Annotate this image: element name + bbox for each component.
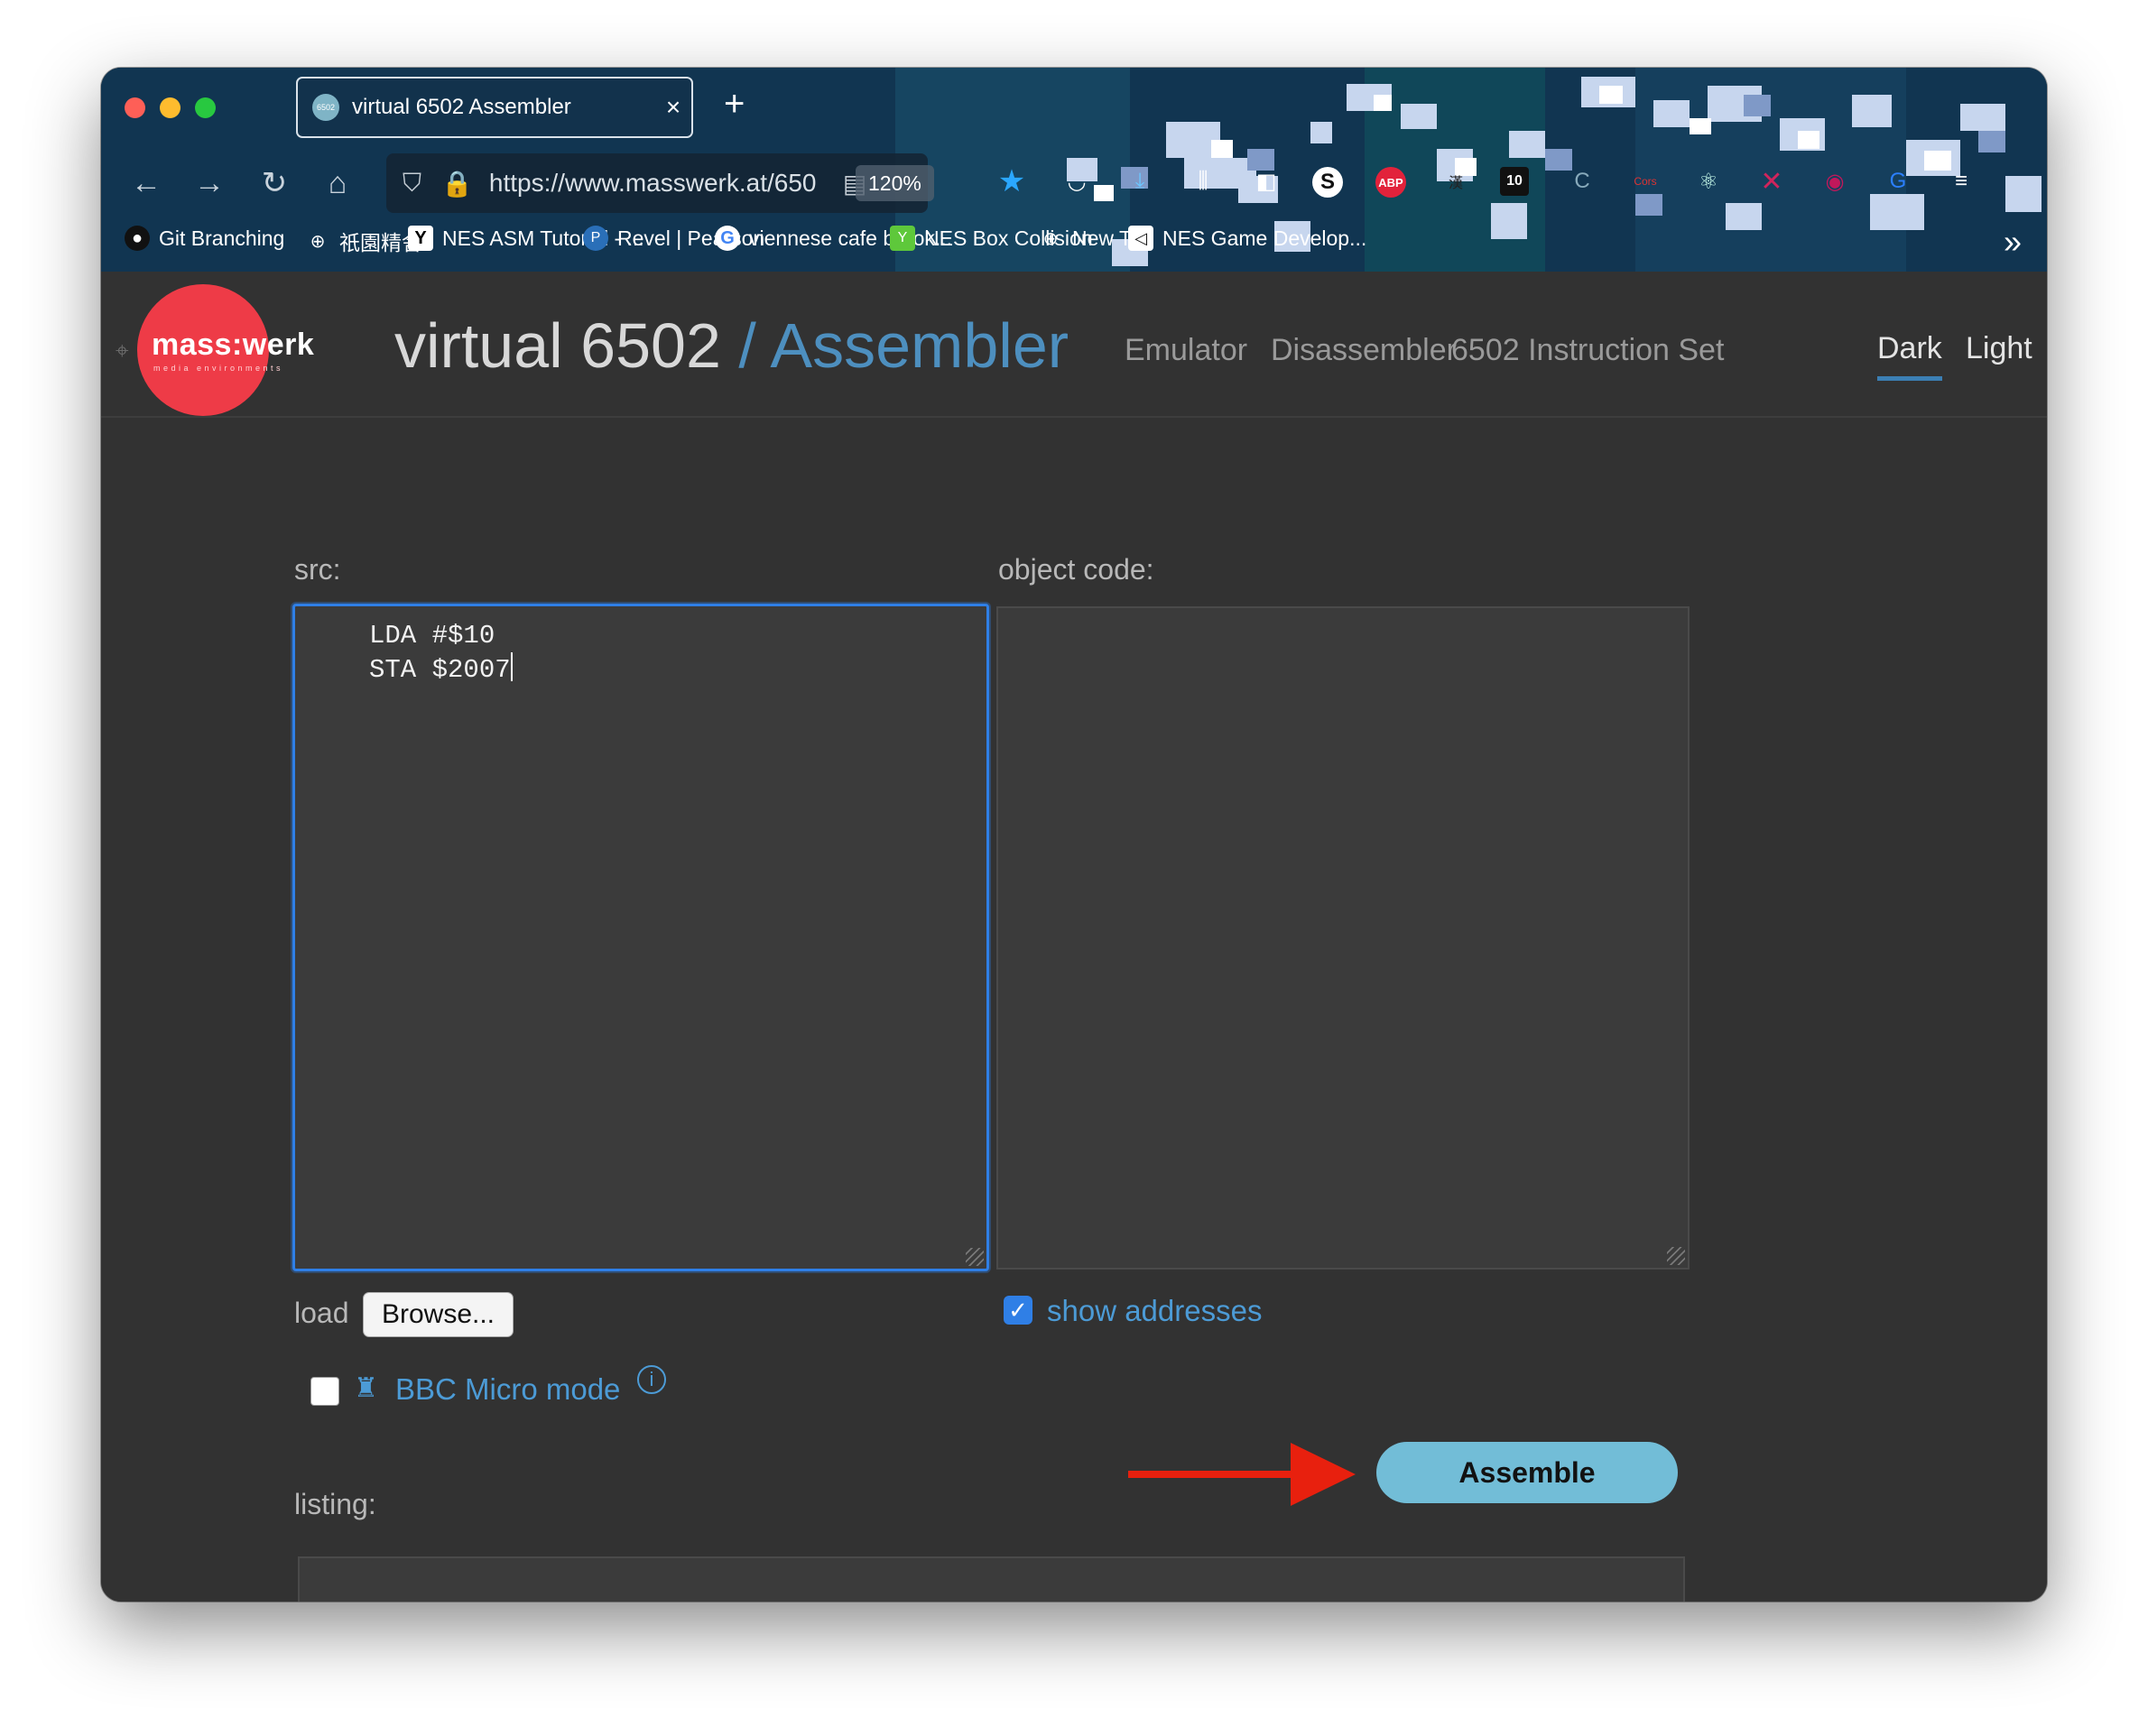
visual-studio-icon: ◁ — [1128, 226, 1153, 251]
theme-light-tab[interactable]: Light — [1966, 331, 2032, 366]
bbc-micro-mode-label[interactable]: BBC Micro mode — [395, 1372, 620, 1407]
tracking-shield-icon[interactable]: ⛉ — [403, 169, 421, 199]
active-theme-indicator — [1877, 376, 1942, 381]
crosshair-icon: ⌖ — [116, 337, 129, 364]
info-icon[interactable]: i — [637, 1365, 666, 1394]
page-content: ⌖ mass:werk media environments virtual 6… — [101, 272, 2047, 1602]
p-icon: P — [583, 226, 608, 251]
browse-file-button[interactable]: Browse... — [363, 1292, 514, 1337]
cors-extension-icon[interactable]: Cors — [1626, 162, 1664, 200]
zoom-window-button[interactable] — [195, 97, 216, 118]
title-main[interactable]: virtual 6502 — [394, 310, 721, 381]
src-label: src: — [294, 553, 341, 586]
title-section: Assembler — [770, 310, 1069, 381]
resize-handle[interactable] — [966, 1248, 984, 1266]
bbc-owl-icon: ♜ — [354, 1373, 378, 1403]
forward-icon[interactable]: → — [190, 165, 229, 201]
home-icon[interactable]: ⌂ — [318, 165, 357, 201]
bookmarks-toolbar: ● Git Branching ⊕ 祇園精舎 Y NES ASM Tutoria… — [101, 212, 2047, 266]
y-icon: Y — [890, 226, 915, 251]
browser-chrome: 6502 virtual 6502 Assembler × + ← → ↻ ⌂ … — [101, 68, 2047, 272]
object-code-textarea[interactable] — [996, 606, 1690, 1270]
assemble-button[interactable]: Assemble — [1376, 1442, 1678, 1503]
nav-disassembler[interactable]: Disassembler — [1271, 333, 1457, 368]
bbc-micro-checkbox[interactable] — [310, 1377, 339, 1406]
show-addresses-label[interactable]: show addresses — [1047, 1294, 1262, 1328]
sidebar-icon[interactable]: ◧ — [1247, 162, 1285, 200]
adblock-icon[interactable]: ABP — [1375, 167, 1406, 198]
source-textarea[interactable]: LDA #$10 STA $2007 — [292, 604, 989, 1271]
bookmark-item[interactable]: ◁ NES Game Develop... — [1128, 226, 1366, 251]
tab-title: virtual 6502 Assembler — [352, 95, 571, 119]
url-text[interactable]: https://www.masswerk.at/650 — [489, 169, 832, 198]
menu-icon[interactable]: ≡ — [1942, 162, 1980, 200]
source-line: LDA #$10 — [369, 621, 495, 651]
react-devtools-icon[interactable]: ⚛ — [1690, 162, 1727, 200]
c-extension-icon[interactable]: C — [1563, 162, 1601, 200]
theme-dark-tab[interactable]: Dark — [1877, 331, 1942, 366]
bookmarks-overflow-icon[interactable]: » — [2004, 223, 2022, 261]
y-combinator-icon: Y — [408, 226, 433, 251]
nav-instruction-set[interactable]: 6502 Instruction Set — [1451, 333, 1724, 368]
downloads-icon[interactable]: ⤓ — [1121, 162, 1159, 200]
bookmark-label: NES Game Develop... — [1162, 226, 1367, 250]
google-icon: G — [715, 226, 740, 251]
logo-text[interactable]: mass:werk — [152, 328, 314, 363]
translate-extension-icon[interactable]: 漢 — [1437, 162, 1475, 200]
new-tab-button[interactable]: + — [724, 86, 745, 122]
listing-output[interactable] — [298, 1556, 1685, 1602]
url-bar[interactable]: ⛉ 🔒 https://www.masswerk.at/650 ▤ — [386, 153, 928, 213]
x-extension-icon[interactable]: ✕ — [1753, 162, 1791, 200]
red-arrow-annotation — [1128, 1443, 1356, 1506]
library-icon[interactable]: ⫼ — [1184, 162, 1222, 200]
resize-handle[interactable] — [1667, 1247, 1685, 1265]
reload-icon[interactable]: ↻ — [255, 165, 294, 201]
bookmark-star-icon[interactable]: ★ — [993, 162, 1031, 200]
text-cursor — [510, 652, 513, 681]
bookmark-item[interactable]: ● Git Branching — [125, 226, 284, 251]
active-tab[interactable]: 6502 virtual 6502 Assembler × — [296, 77, 693, 138]
record-extension-icon[interactable]: ◉ — [1816, 162, 1854, 200]
g-extension-icon[interactable]: G — [1879, 162, 1917, 200]
globe-icon: ⊕ — [310, 231, 326, 252]
page-title: virtual 6502 / Assembler — [394, 309, 1069, 382]
bookmark-label: Git Branching — [159, 226, 285, 250]
source-line: STA $2007 — [295, 652, 986, 687]
pocket-icon[interactable]: ◡ — [1058, 162, 1096, 200]
bookmark-item[interactable]: ⊕ 祇園精舎 — [305, 226, 422, 256]
github-icon: ● — [125, 226, 150, 251]
back-icon[interactable]: ← — [126, 165, 166, 201]
close-window-button[interactable] — [125, 97, 145, 118]
globe-icon: ⊕ — [1042, 228, 1059, 249]
ten-extension-icon[interactable]: 10 — [1500, 167, 1529, 196]
zoom-level-badge[interactable]: 120% — [856, 165, 934, 201]
browser-window: 6502 virtual 6502 Assembler × + ← → ↻ ⌂ … — [101, 68, 2047, 1602]
site-header: ⌖ mass:werk media environments virtual 6… — [101, 272, 2047, 418]
show-addresses-checkbox[interactable]: ✓ — [1004, 1296, 1032, 1325]
skype-extension-icon[interactable]: S — [1312, 167, 1343, 198]
tab-favicon-icon: 6502 — [312, 94, 339, 121]
nav-emulator[interactable]: Emulator — [1125, 333, 1247, 368]
tab-close-icon[interactable]: × — [655, 93, 691, 122]
logo-subtitle: media environments — [153, 364, 284, 373]
object-code-label: object code: — [998, 553, 1154, 586]
load-label: load — [294, 1297, 349, 1329]
minimize-window-button[interactable] — [160, 97, 181, 118]
listing-label: listing: — [294, 1488, 376, 1520]
title-separator: / — [738, 310, 756, 381]
lock-icon[interactable]: 🔒 — [441, 169, 473, 199]
